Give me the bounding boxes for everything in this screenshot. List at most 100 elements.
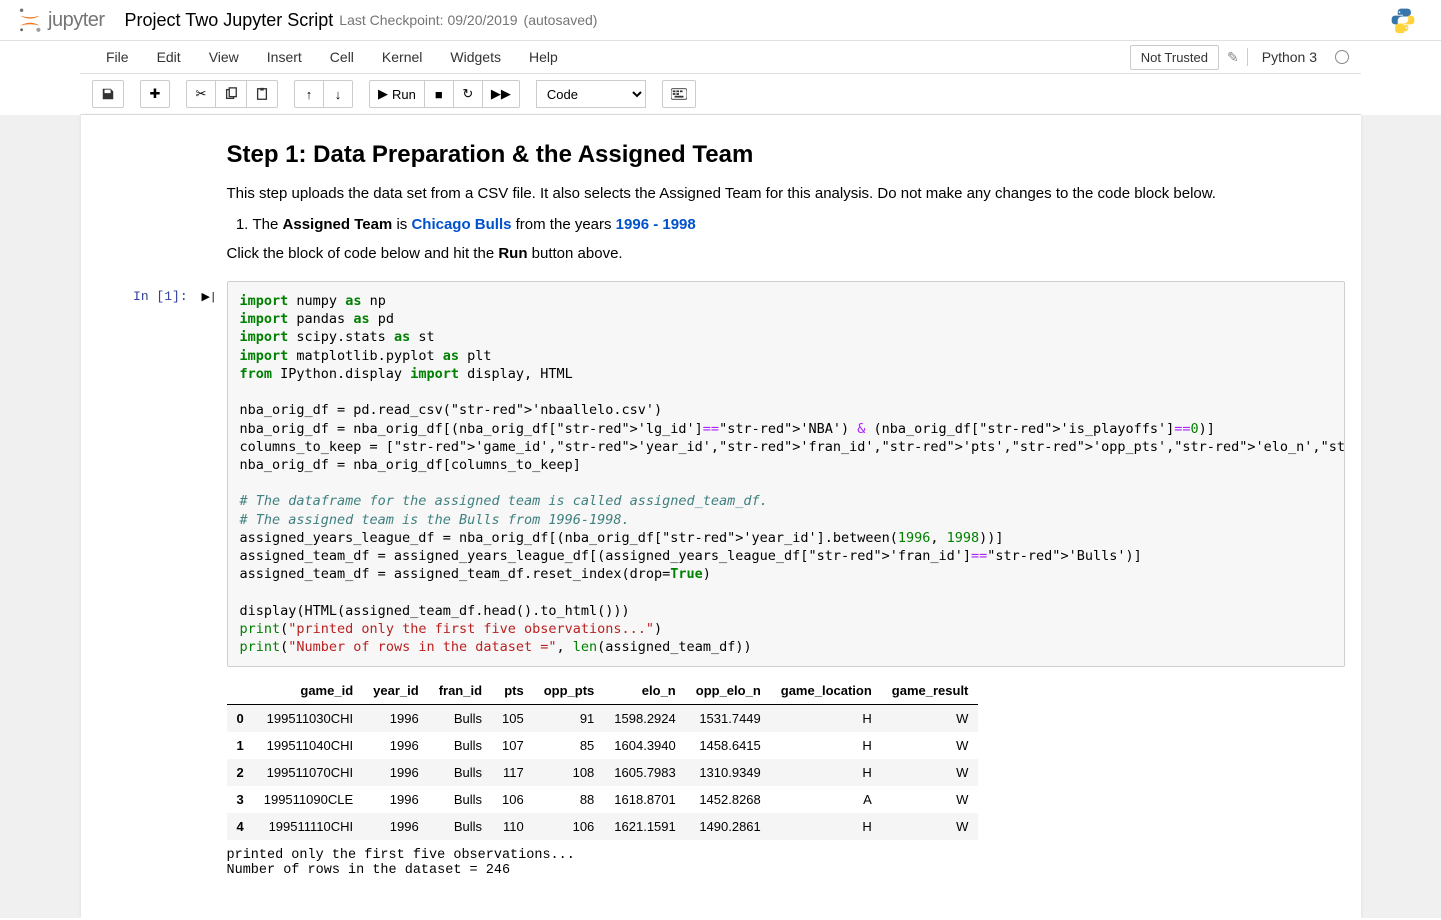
table-body: 0199511030CHI1996Bulls105911598.29241531… xyxy=(227,705,979,841)
table-cell: 107 xyxy=(492,732,534,759)
table-cell: 199511110CHI xyxy=(254,813,363,840)
menubar-right: Not Trusted ✎ Python 3 xyxy=(1130,45,1349,70)
menu-help[interactable]: Help xyxy=(515,41,572,73)
scissors-icon: ✂ xyxy=(196,86,207,102)
menu-edit[interactable]: Edit xyxy=(143,41,195,73)
table-cell: 1458.6415 xyxy=(686,732,771,759)
menu-view[interactable]: View xyxy=(195,41,253,73)
autosave-status: (autosaved) xyxy=(524,12,598,28)
table-cell: 0 xyxy=(227,705,254,733)
table-cell: 1490.2861 xyxy=(686,813,771,840)
code-cell[interactable]: In [1]: ▶| import numpy as np import pan… xyxy=(97,281,1345,667)
fast-forward-icon: ▶▶ xyxy=(491,86,511,102)
table-cell: W xyxy=(882,732,979,759)
menu-insert[interactable]: Insert xyxy=(253,41,316,73)
table-cell: H xyxy=(771,732,882,759)
table-header-cell: opp_pts xyxy=(534,677,605,705)
run-instruction-run: Run xyxy=(498,245,527,262)
table-cell: A xyxy=(771,786,882,813)
table-cell: Bulls xyxy=(429,786,492,813)
table-cell: 4 xyxy=(227,813,254,840)
cell-type-select[interactable]: Code xyxy=(536,80,646,108)
move-up-button[interactable]: ↑ xyxy=(294,80,324,108)
table-cell: Bulls xyxy=(429,705,492,733)
table-cell: 1310.9349 xyxy=(686,759,771,786)
notebook-title[interactable]: Project Two Jupyter Script xyxy=(125,10,334,31)
table-cell: 1996 xyxy=(363,705,429,733)
list-prefix: The xyxy=(253,216,283,233)
table-cell: W xyxy=(882,759,979,786)
command-palette-button[interactable] xyxy=(662,80,696,108)
run-group: ▶Run ■ ↻ ▶▶ xyxy=(369,80,520,108)
input-prompt: In [1]: ▶| xyxy=(97,281,227,667)
table-header-cell: pts xyxy=(492,677,534,705)
table-header-row: game_idyear_idfran_idptsopp_ptselo_nopp_… xyxy=(227,677,979,705)
plus-icon: ✚ xyxy=(150,86,161,102)
from-years-text: from the years xyxy=(511,216,615,233)
table-header-cell: game_location xyxy=(771,677,882,705)
insert-cell-button[interactable]: ✚ xyxy=(140,80,170,108)
table-cell: 106 xyxy=(534,813,605,840)
step-description: This step uploads the data set from a CS… xyxy=(227,183,1287,206)
move-group: ↑ ↓ xyxy=(294,80,353,108)
menubar: File Edit View Insert Cell Kernel Widget… xyxy=(80,41,1361,74)
edit-icon[interactable]: ✎ xyxy=(1227,49,1239,66)
kernel-name[interactable]: Python 3 xyxy=(1256,45,1323,69)
table-cell: 110 xyxy=(492,813,534,840)
table-cell: 117 xyxy=(492,759,534,786)
table-row: 0199511030CHI1996Bulls105911598.29241531… xyxy=(227,705,979,733)
jupyter-logo-text: jupyter xyxy=(48,9,105,32)
code-editor[interactable]: import numpy as np import pandas as pd i… xyxy=(227,281,1345,667)
run-indicator-icon[interactable]: ▶| xyxy=(201,292,216,304)
stop-icon: ■ xyxy=(435,87,443,102)
table-cell: 3 xyxy=(227,786,254,813)
table-header-cell: game_id xyxy=(254,677,363,705)
paste-button[interactable] xyxy=(246,80,278,108)
restart-run-all-button[interactable]: ▶▶ xyxy=(482,80,520,108)
table-cell: 1 xyxy=(227,732,254,759)
table-cell: 91 xyxy=(534,705,605,733)
menu-items: File Edit View Insert Cell Kernel Widget… xyxy=(92,41,572,73)
table-cell: W xyxy=(882,786,979,813)
interrupt-button[interactable]: ■ xyxy=(424,80,454,108)
cut-button[interactable]: ✂ xyxy=(186,80,216,108)
step-heading: Step 1: Data Preparation & the Assigned … xyxy=(227,141,1287,169)
copy-button[interactable] xyxy=(215,80,247,108)
table-cell: 199511070CHI xyxy=(254,759,363,786)
prompt-label: In [1]: xyxy=(133,289,188,304)
table-cell: 199511040CHI xyxy=(254,732,363,759)
move-down-button[interactable]: ↓ xyxy=(323,80,353,108)
jupyter-logo-icon xyxy=(16,6,44,34)
table-cell: 1452.8268 xyxy=(686,786,771,813)
team-name: Chicago Bulls xyxy=(411,216,511,233)
table-cell: 1996 xyxy=(363,732,429,759)
checkpoint-text: Last Checkpoint: 09/20/2019 xyxy=(339,12,517,28)
menu-kernel[interactable]: Kernel xyxy=(368,41,436,73)
table-cell: H xyxy=(771,813,882,840)
trust-badge[interactable]: Not Trusted xyxy=(1130,45,1219,70)
table-cell: H xyxy=(771,705,882,733)
restart-button[interactable]: ↻ xyxy=(453,80,483,108)
jupyter-logo[interactable]: jupyter xyxy=(16,6,105,34)
table-cell: 1996 xyxy=(363,813,429,840)
markdown-cell[interactable]: Step 1: Data Preparation & the Assigned … xyxy=(227,141,1287,265)
menu-cell[interactable]: Cell xyxy=(316,41,368,73)
run-button[interactable]: ▶Run xyxy=(369,80,425,108)
table-row: 1199511040CHI1996Bulls107851604.39401458… xyxy=(227,732,979,759)
output-table: game_idyear_idfran_idptsopp_ptselo_nopp_… xyxy=(227,677,979,840)
assigned-team-list: The Assigned Team is Chicago Bulls from … xyxy=(253,216,1287,233)
notebook-container: Step 1: Data Preparation & the Assigned … xyxy=(81,115,1361,918)
table-cell: W xyxy=(882,813,979,840)
table-row: 4199511110CHI1996Bulls1101061621.1591149… xyxy=(227,813,979,840)
table-cell: 1604.3940 xyxy=(604,732,685,759)
run-instruction-pre: Click the block of code below and hit th… xyxy=(227,245,499,262)
save-button[interactable] xyxy=(92,80,124,108)
table-header-cell: fran_id xyxy=(429,677,492,705)
table-row: 2199511070CHI1996Bulls1171081605.7983131… xyxy=(227,759,979,786)
table-cell: 1531.7449 xyxy=(686,705,771,733)
arrow-down-icon: ↓ xyxy=(335,87,342,102)
menu-widgets[interactable]: Widgets xyxy=(436,41,515,73)
table-cell: 1605.7983 xyxy=(604,759,685,786)
table-cell: 2 xyxy=(227,759,254,786)
menu-file[interactable]: File xyxy=(92,41,143,73)
